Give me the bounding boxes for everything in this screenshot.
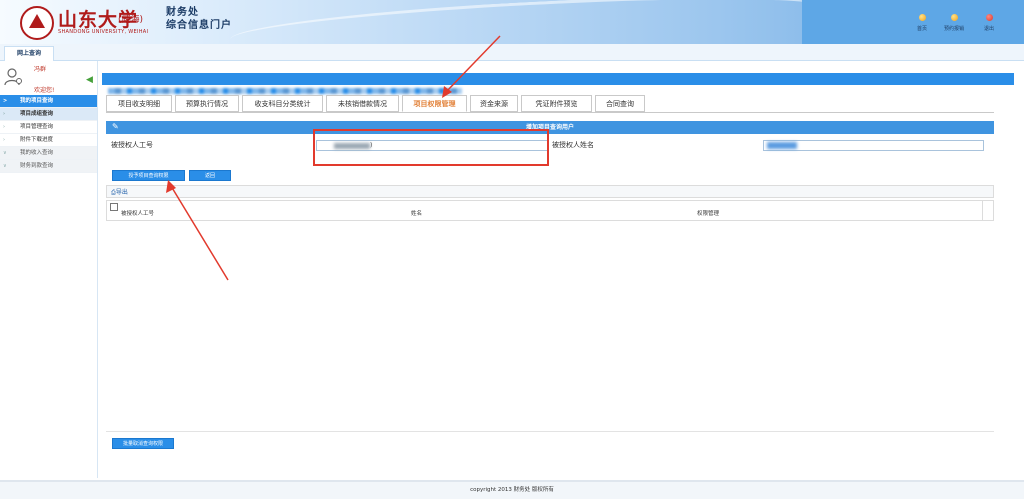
bullet-icon: › xyxy=(3,111,6,117)
grid-scrollbar[interactable] xyxy=(982,201,993,220)
tab-online-query[interactable]: 网上查询 xyxy=(4,46,54,61)
tab-underline xyxy=(106,112,994,113)
chevron-down-icon: ∨ xyxy=(3,150,7,156)
sidebar-item-project-manage[interactable]: › 项目管理查询 xyxy=(0,121,97,134)
sidebar-item-my-projects[interactable]: > 我的项目查询 xyxy=(0,95,97,108)
select-all-checkbox[interactable] xyxy=(110,203,118,211)
sidebar-item-project-group[interactable]: › 项目成组查询 xyxy=(0,108,97,121)
sidebar-item-label: 我的项目查询 xyxy=(20,98,54,104)
nav-home-link[interactable]: 首页 xyxy=(907,14,937,32)
university-english-name: SHANDONG UNIVERSITY, WEIHAI xyxy=(58,29,149,35)
sidebar-item-label: 项目管理查询 xyxy=(20,124,54,130)
project-info-bar xyxy=(102,73,1014,94)
sidebar-item-payment-arrival[interactable]: ∨ 财务到款查询 xyxy=(0,160,97,173)
grid-bottom-divider xyxy=(106,431,994,432)
sidebar-menu: > 我的项目查询 › 项目成组查询 › 项目管理查询 › 附件下载进度 ∨ 我的… xyxy=(0,95,97,173)
main-content: 项目收支明细 预算执行情况 收支科目分类统计 未核销借款情况 项目权限管理 资金… xyxy=(102,61,1014,478)
home-icon xyxy=(918,14,926,21)
tab-category-stats[interactable]: 收支科目分类统计 xyxy=(242,95,323,112)
portal-name: 综合信息门户 xyxy=(166,20,232,31)
university-seal-icon xyxy=(20,6,54,40)
copyright-text: copyright 2013 财务处 版权所有 xyxy=(470,487,554,493)
sidebar-item-my-income[interactable]: ∨ 我的收入查询 xyxy=(0,147,97,160)
panel-title: 增加项目查询用户 xyxy=(525,124,574,131)
sidebar: 冯群 欢迎您! ◀ > 我的项目查询 › 项目成组查询 › 项目管理查询 › 附… xyxy=(0,61,98,478)
reimburse-icon xyxy=(950,14,958,21)
chevron-right-icon: > xyxy=(3,98,8,104)
panel-header: ✎ 增加项目查询用户 xyxy=(106,121,994,134)
nav-reimburse-label: 预约报销 xyxy=(943,26,964,32)
portal-title: 财务处 综合信息门户 xyxy=(166,6,232,32)
grid-toolbar: ⎙导出 xyxy=(106,185,994,198)
university-campus: (威海) xyxy=(118,15,144,25)
nav-reimburse-link[interactable]: 预约报销 xyxy=(939,14,969,32)
annotation-highlight-box xyxy=(313,129,549,166)
nav-logout-link[interactable]: 退出 xyxy=(974,14,1004,32)
nav-logout-label: 退出 xyxy=(983,26,994,32)
sidebar-item-label: 财务到款查询 xyxy=(20,163,54,169)
logout-icon xyxy=(985,14,993,21)
grid-header: 被授权人工号 姓名 权限管理 xyxy=(106,200,994,221)
id-label: 被授权人工号 xyxy=(111,141,153,149)
bullet-icon: › xyxy=(3,137,5,143)
tab-voucher-preview[interactable]: 凭证附件预览 xyxy=(521,95,592,112)
collapse-arrow-icon[interactable]: ◀ xyxy=(86,75,93,85)
grant-form: 被授权人工号 ) 被授权人姓名 xyxy=(106,138,994,154)
name-input[interactable] xyxy=(763,140,984,151)
grant-permission-button[interactable]: 授予项目查询权限 xyxy=(112,170,185,181)
batch-revoke-button[interactable]: 批量取消查询权限 xyxy=(112,438,174,449)
back-button[interactable]: 返回 xyxy=(189,170,231,181)
column-header-permission[interactable]: 权限管理 xyxy=(697,209,719,217)
tab-contract-query[interactable]: 合同查询 xyxy=(595,95,645,112)
tab-unsettled-loans[interactable]: 未核销借款情况 xyxy=(326,95,399,112)
column-header-name[interactable]: 姓名 xyxy=(411,209,422,217)
redacted-name-value xyxy=(767,142,797,149)
export-button[interactable]: ⎙导出 xyxy=(111,187,128,197)
tab-permission-management[interactable]: 项目权限管理 xyxy=(402,95,467,112)
tab-project-detail[interactable]: 项目收支明细 xyxy=(106,95,172,112)
chevron-down-icon: ∨ xyxy=(3,163,7,169)
sidebar-item-label: 附件下载进度 xyxy=(20,137,54,143)
tab-budget-execution[interactable]: 预算执行情况 xyxy=(175,95,239,112)
sidebar-item-label: 我的收入查询 xyxy=(20,150,54,156)
bullet-icon: › xyxy=(3,124,5,130)
sidebar-item-attachment-progress[interactable]: › 附件下载进度 xyxy=(0,134,97,147)
welcome-text: 欢迎您! xyxy=(34,87,55,94)
column-header-id[interactable]: 被授权人工号 xyxy=(121,209,154,217)
footer: copyright 2013 财务处 版权所有 xyxy=(0,480,1024,499)
nav-home-label: 首页 xyxy=(916,26,927,32)
dept-name: 财务处 xyxy=(166,7,199,18)
user-name: 冯群 xyxy=(34,66,47,73)
app-header: 山东大学 (威海) SHANDONG UNIVERSITY, WEIHAI 财务… xyxy=(0,0,1024,44)
header-decoration xyxy=(229,0,831,44)
tab-fund-source[interactable]: 资金来源 xyxy=(470,95,518,112)
export-label: 导出 xyxy=(115,189,128,196)
sidebar-item-label: 项目成组查询 xyxy=(20,111,54,117)
redacted-project-info xyxy=(108,88,462,94)
module-strip: 网上查询 xyxy=(0,44,1024,61)
name-label: 被授权人姓名 xyxy=(552,141,594,149)
user-settings-icon xyxy=(4,68,22,86)
